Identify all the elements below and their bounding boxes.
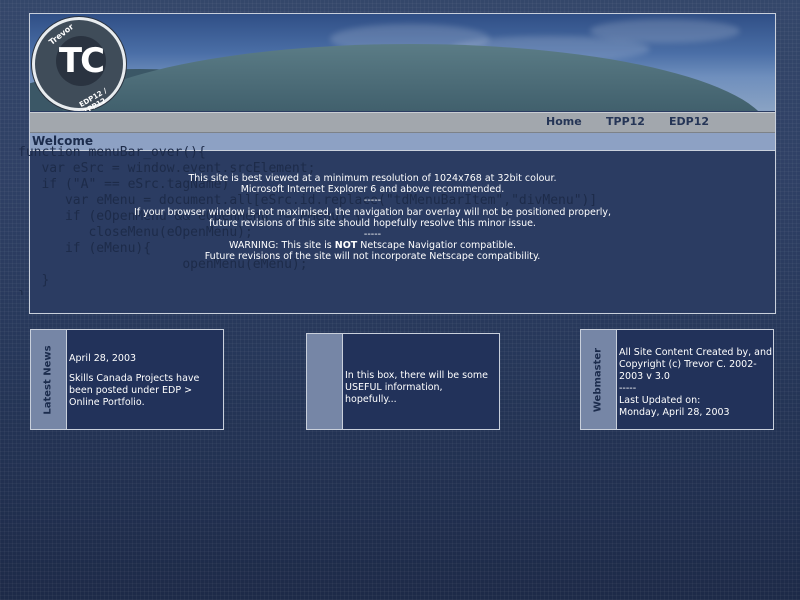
- copyright-text: All Site Content Created by, and Copyrig…: [619, 347, 773, 382]
- banner-hill: [50, 44, 770, 111]
- warning-emphasis: NOT: [334, 240, 358, 252]
- news-text: Skills Canada Projects have been posted …: [69, 373, 200, 408]
- notice-line: future revisions of this site should hop…: [209, 217, 536, 229]
- box-sidebar: Webmaster: [581, 330, 617, 429]
- webmaster-info: All Site Content Created by, and Copyrig…: [619, 347, 773, 419]
- notice-separator: -----: [363, 229, 382, 241]
- warning-text: Netscape Navigatior compatible.: [357, 240, 517, 252]
- info-box: In this box, there will be some USEFUL i…: [306, 333, 500, 430]
- box-sidebar: Latest News: [31, 330, 67, 429]
- notice-line: Microsoft Internet Explorer 6 and above …: [240, 184, 505, 196]
- notice-line: This site is best viewed at a minimum re…: [188, 173, 557, 184]
- logo-initials: TC: [56, 36, 106, 86]
- news-date: April 28, 2003: [69, 353, 137, 364]
- nav-home-link[interactable]: Home: [546, 115, 582, 128]
- last-updated-label: Last Updated on:: [619, 395, 701, 406]
- last-updated-date: Monday, April 28, 2003: [619, 407, 730, 418]
- header-banner: Trevor TC EDP12 / TPP12: [30, 14, 775, 111]
- nav-tpp12-link[interactable]: TPP12: [606, 115, 645, 128]
- welcome-notice: This site is best viewed at a minimum re…: [40, 173, 705, 263]
- notice-separator: -----: [363, 195, 382, 207]
- nav-edp12-link[interactable]: EDP12: [669, 115, 709, 128]
- webmaster-separator: -----: [619, 383, 637, 394]
- latest-news-box: Latest News April 28, 2003 Skills Canada…: [30, 329, 224, 430]
- warning-text: WARNING: This site is: [228, 240, 335, 252]
- site-logo[interactable]: Trevor TC EDP12 / TPP12: [32, 17, 126, 111]
- info-text: In this box, there will be some USEFUL i…: [345, 370, 489, 405]
- navigation-bar: Home TPP12 EDP12: [30, 112, 775, 133]
- webmaster-box: Webmaster All Site Content Created by, a…: [580, 329, 774, 430]
- box-sidebar: [307, 334, 343, 429]
- notice-warning: WARNING: This site is NOT Netscape Navig…: [40, 240, 705, 251]
- notice-line: Future revisions of the site will not in…: [204, 251, 541, 263]
- banner-cloud: [590, 19, 740, 43]
- webmaster-label: Webmaster: [592, 347, 604, 413]
- latest-news-label: Latest News: [42, 345, 54, 415]
- notice-line: If your browser window is not maximised,…: [133, 206, 612, 218]
